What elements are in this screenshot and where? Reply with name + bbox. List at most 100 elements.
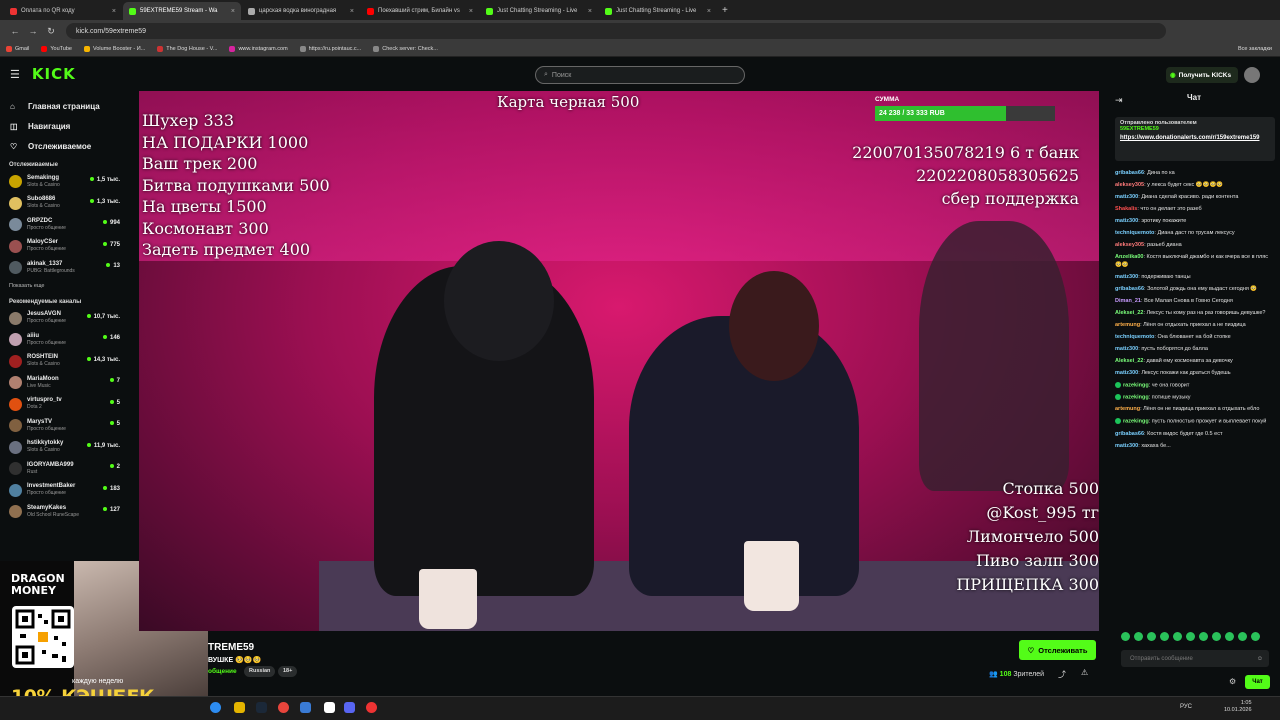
taskbar-app-icon[interactable] <box>256 702 267 713</box>
emoji-icon[interactable]: ☺ <box>1257 656 1263 662</box>
emote-icon[interactable] <box>1173 632 1182 641</box>
emote-icon[interactable] <box>1160 632 1169 641</box>
chat-username[interactable]: Anzelika00 <box>1115 254 1143 260</box>
chat-username[interactable]: gribabas66 <box>1115 431 1144 437</box>
browser-tab[interactable]: Just Chatting Streaming - Live × <box>599 2 717 20</box>
emote-icon[interactable] <box>1199 632 1208 641</box>
get-kicks-button[interactable]: ◉ Получить KICKs <box>1166 67 1238 83</box>
browser-tab[interactable]: Поехавший стрим, Билайн vs × <box>361 2 479 20</box>
report-icon[interactable]: ⚠ <box>1081 668 1088 677</box>
close-tab-icon[interactable]: × <box>588 8 592 15</box>
taskbar-app-icon[interactable] <box>234 702 245 713</box>
browser-tab[interactable]: царская водка виноградная × <box>242 2 360 20</box>
forward-icon[interactable]: → <box>24 26 42 36</box>
chat-username[interactable]: Aleksei_22 <box>1115 310 1143 316</box>
channel-item[interactable]: MariaMoon Live Music 7 <box>0 372 130 394</box>
chat-username[interactable]: Shakalis <box>1115 206 1137 212</box>
bookmark-item[interactable]: YouTube <box>41 46 72 52</box>
close-tab-icon[interactable]: × <box>112 8 116 15</box>
chat-username[interactable]: matiz300 <box>1115 274 1138 280</box>
taskbar-app-icon[interactable] <box>300 702 311 713</box>
close-tab-icon[interactable]: × <box>469 8 473 15</box>
channel-item[interactable]: virtuspro_tv Dota 2 5 <box>0 394 130 416</box>
browser-tab[interactable]: 59EXTREME59 Stream - Wa × <box>123 2 241 20</box>
emote-icon[interactable] <box>1251 632 1260 641</box>
chat-username[interactable]: aleksey305 <box>1115 242 1144 248</box>
bookmark-item[interactable]: Check server: Check... <box>373 46 438 52</box>
channel-item[interactable]: aiiiu Просто общение 146 <box>0 329 130 351</box>
menu-icon[interactable]: ☰ <box>10 68 20 81</box>
channel-item[interactable]: MaloyCSer Просто общение 775 <box>0 236 130 258</box>
channel-item[interactable]: IGORYAMBA999 Rust 2 <box>0 458 130 480</box>
close-tab-icon[interactable]: × <box>707 8 711 15</box>
browser-tab[interactable]: Оплата по QR коду × <box>4 2 122 20</box>
streamer-name[interactable]: TREME59 <box>208 642 254 653</box>
emote-icon[interactable] <box>1238 632 1247 641</box>
show-more-link[interactable]: Показать еще <box>0 279 130 293</box>
chrome-icon[interactable] <box>278 702 289 713</box>
bookmark-item[interactable]: The Dog House - V... <box>157 46 217 52</box>
chat-settings-icon[interactable]: ⚙ <box>1229 677 1236 686</box>
chat-username[interactable]: artemung <box>1115 406 1140 412</box>
chat-username[interactable]: razekingg <box>1123 394 1149 400</box>
emote-icon[interactable] <box>1134 632 1143 641</box>
chat-input[interactable]: Отправить сообщение ☺ <box>1121 650 1269 667</box>
channel-item[interactable]: MarysTV Просто общение 5 <box>0 415 130 437</box>
channel-item[interactable]: SteamyKakes Old School RuneScape 127 <box>0 501 130 523</box>
chat-username[interactable]: artemung <box>1115 322 1140 328</box>
chat-username[interactable]: razekingg <box>1123 419 1149 425</box>
discord-icon[interactable] <box>344 702 355 713</box>
chat-username[interactable]: matiz300 <box>1115 346 1138 352</box>
channel-item[interactable]: GRPZDC Просто общение 994 <box>0 214 130 236</box>
channel-item[interactable]: Subo8686 Slots & Casino 1,3 тыс. <box>0 193 130 215</box>
channel-item[interactable]: JesusAVGN Просто общение 10,7 тыс. <box>0 308 130 330</box>
sidebar-nav-item[interactable]: ♡ Отслеживаемое <box>0 136 130 156</box>
channel-item[interactable]: hstikkytokky Slots & Casino 11,9 тыс. <box>0 437 130 459</box>
chat-username[interactable]: matiz300 <box>1115 194 1138 200</box>
channel-item[interactable]: Semakingg Slots & Casino 1,5 тыс. <box>0 171 130 193</box>
chat-username[interactable]: Aleksei_22 <box>1115 358 1143 364</box>
pinned-message[interactable]: Отправлено пользователем 59EXTREME59 htt… <box>1115 117 1275 161</box>
stream-category[interactable]: общение <box>208 668 237 675</box>
url-field[interactable]: kick.com/59extreme59 <box>66 23 1166 39</box>
chat-username[interactable]: gribabas66 <box>1115 170 1144 176</box>
emote-icon[interactable] <box>1121 632 1130 641</box>
chat-username[interactable]: razekingg <box>1123 382 1149 388</box>
taskbar-app-icon[interactable] <box>324 702 335 713</box>
tag-language[interactable]: Russian <box>244 666 276 677</box>
tag-age[interactable]: 18+ <box>278 666 298 677</box>
close-tab-icon[interactable]: × <box>350 8 354 15</box>
new-tab-icon[interactable]: + <box>722 2 728 20</box>
emote-icon[interactable] <box>1147 632 1156 641</box>
all-bookmarks[interactable]: Все закладки <box>1238 46 1272 52</box>
user-avatar[interactable] <box>1244 67 1260 83</box>
chat-username[interactable]: gribabas66 <box>1115 286 1144 292</box>
back-icon[interactable]: ← <box>6 26 24 36</box>
chat-username[interactable]: aleksey305 <box>1115 182 1144 188</box>
channel-item[interactable]: akinak_1337 PUBG: Battlegrounds 13 <box>0 257 130 279</box>
chat-username[interactable]: matiz300 <box>1115 443 1138 449</box>
system-tray-lang[interactable]: РУС <box>1180 704 1192 710</box>
share-icon[interactable]: ⤴ <box>1058 669 1066 680</box>
emote-icon[interactable] <box>1212 632 1221 641</box>
bookmark-item[interactable]: Volume Booster - И... <box>84 46 145 52</box>
pinned-link[interactable]: https://www.donationalerts.com/r/159extr… <box>1120 134 1270 142</box>
taskbar-app-icon[interactable] <box>366 702 377 713</box>
bookmark-item[interactable]: https://ru.pointauc.c... <box>299 46 361 52</box>
video-player[interactable]: Шухер 333 НА ПОДАРКИ 1000 Ваш трек 200 Битв… <box>139 91 1099 631</box>
follow-button[interactable]: ♡ Отслеживать <box>1019 640 1096 660</box>
search-input[interactable]: ⌕ Поиск <box>535 66 745 84</box>
sidebar-nav-item[interactable]: ⌂ Главная страница <box>0 96 130 116</box>
channel-item[interactable]: InvestmentBaker Просто общение 183 <box>0 480 130 502</box>
reload-icon[interactable]: ↻ <box>42 26 60 37</box>
chat-username[interactable]: techniquemoto <box>1115 334 1154 340</box>
emote-icon[interactable] <box>1225 632 1234 641</box>
chat-username[interactable]: techniquemoto <box>1115 230 1154 236</box>
chat-username[interactable]: matiz300 <box>1115 218 1138 224</box>
bookmark-item[interactable]: www.instagram.com <box>229 46 288 52</box>
browser-tab[interactable]: Just Chatting Streaming - Live × <box>480 2 598 20</box>
emote-icon[interactable] <box>1186 632 1195 641</box>
chat-send-button[interactable]: Чат <box>1245 675 1270 689</box>
channel-item[interactable]: ROSHTEIN Slots & Casino 14,3 тыс. <box>0 351 130 373</box>
chat-username[interactable]: Diman_21 <box>1115 298 1141 304</box>
